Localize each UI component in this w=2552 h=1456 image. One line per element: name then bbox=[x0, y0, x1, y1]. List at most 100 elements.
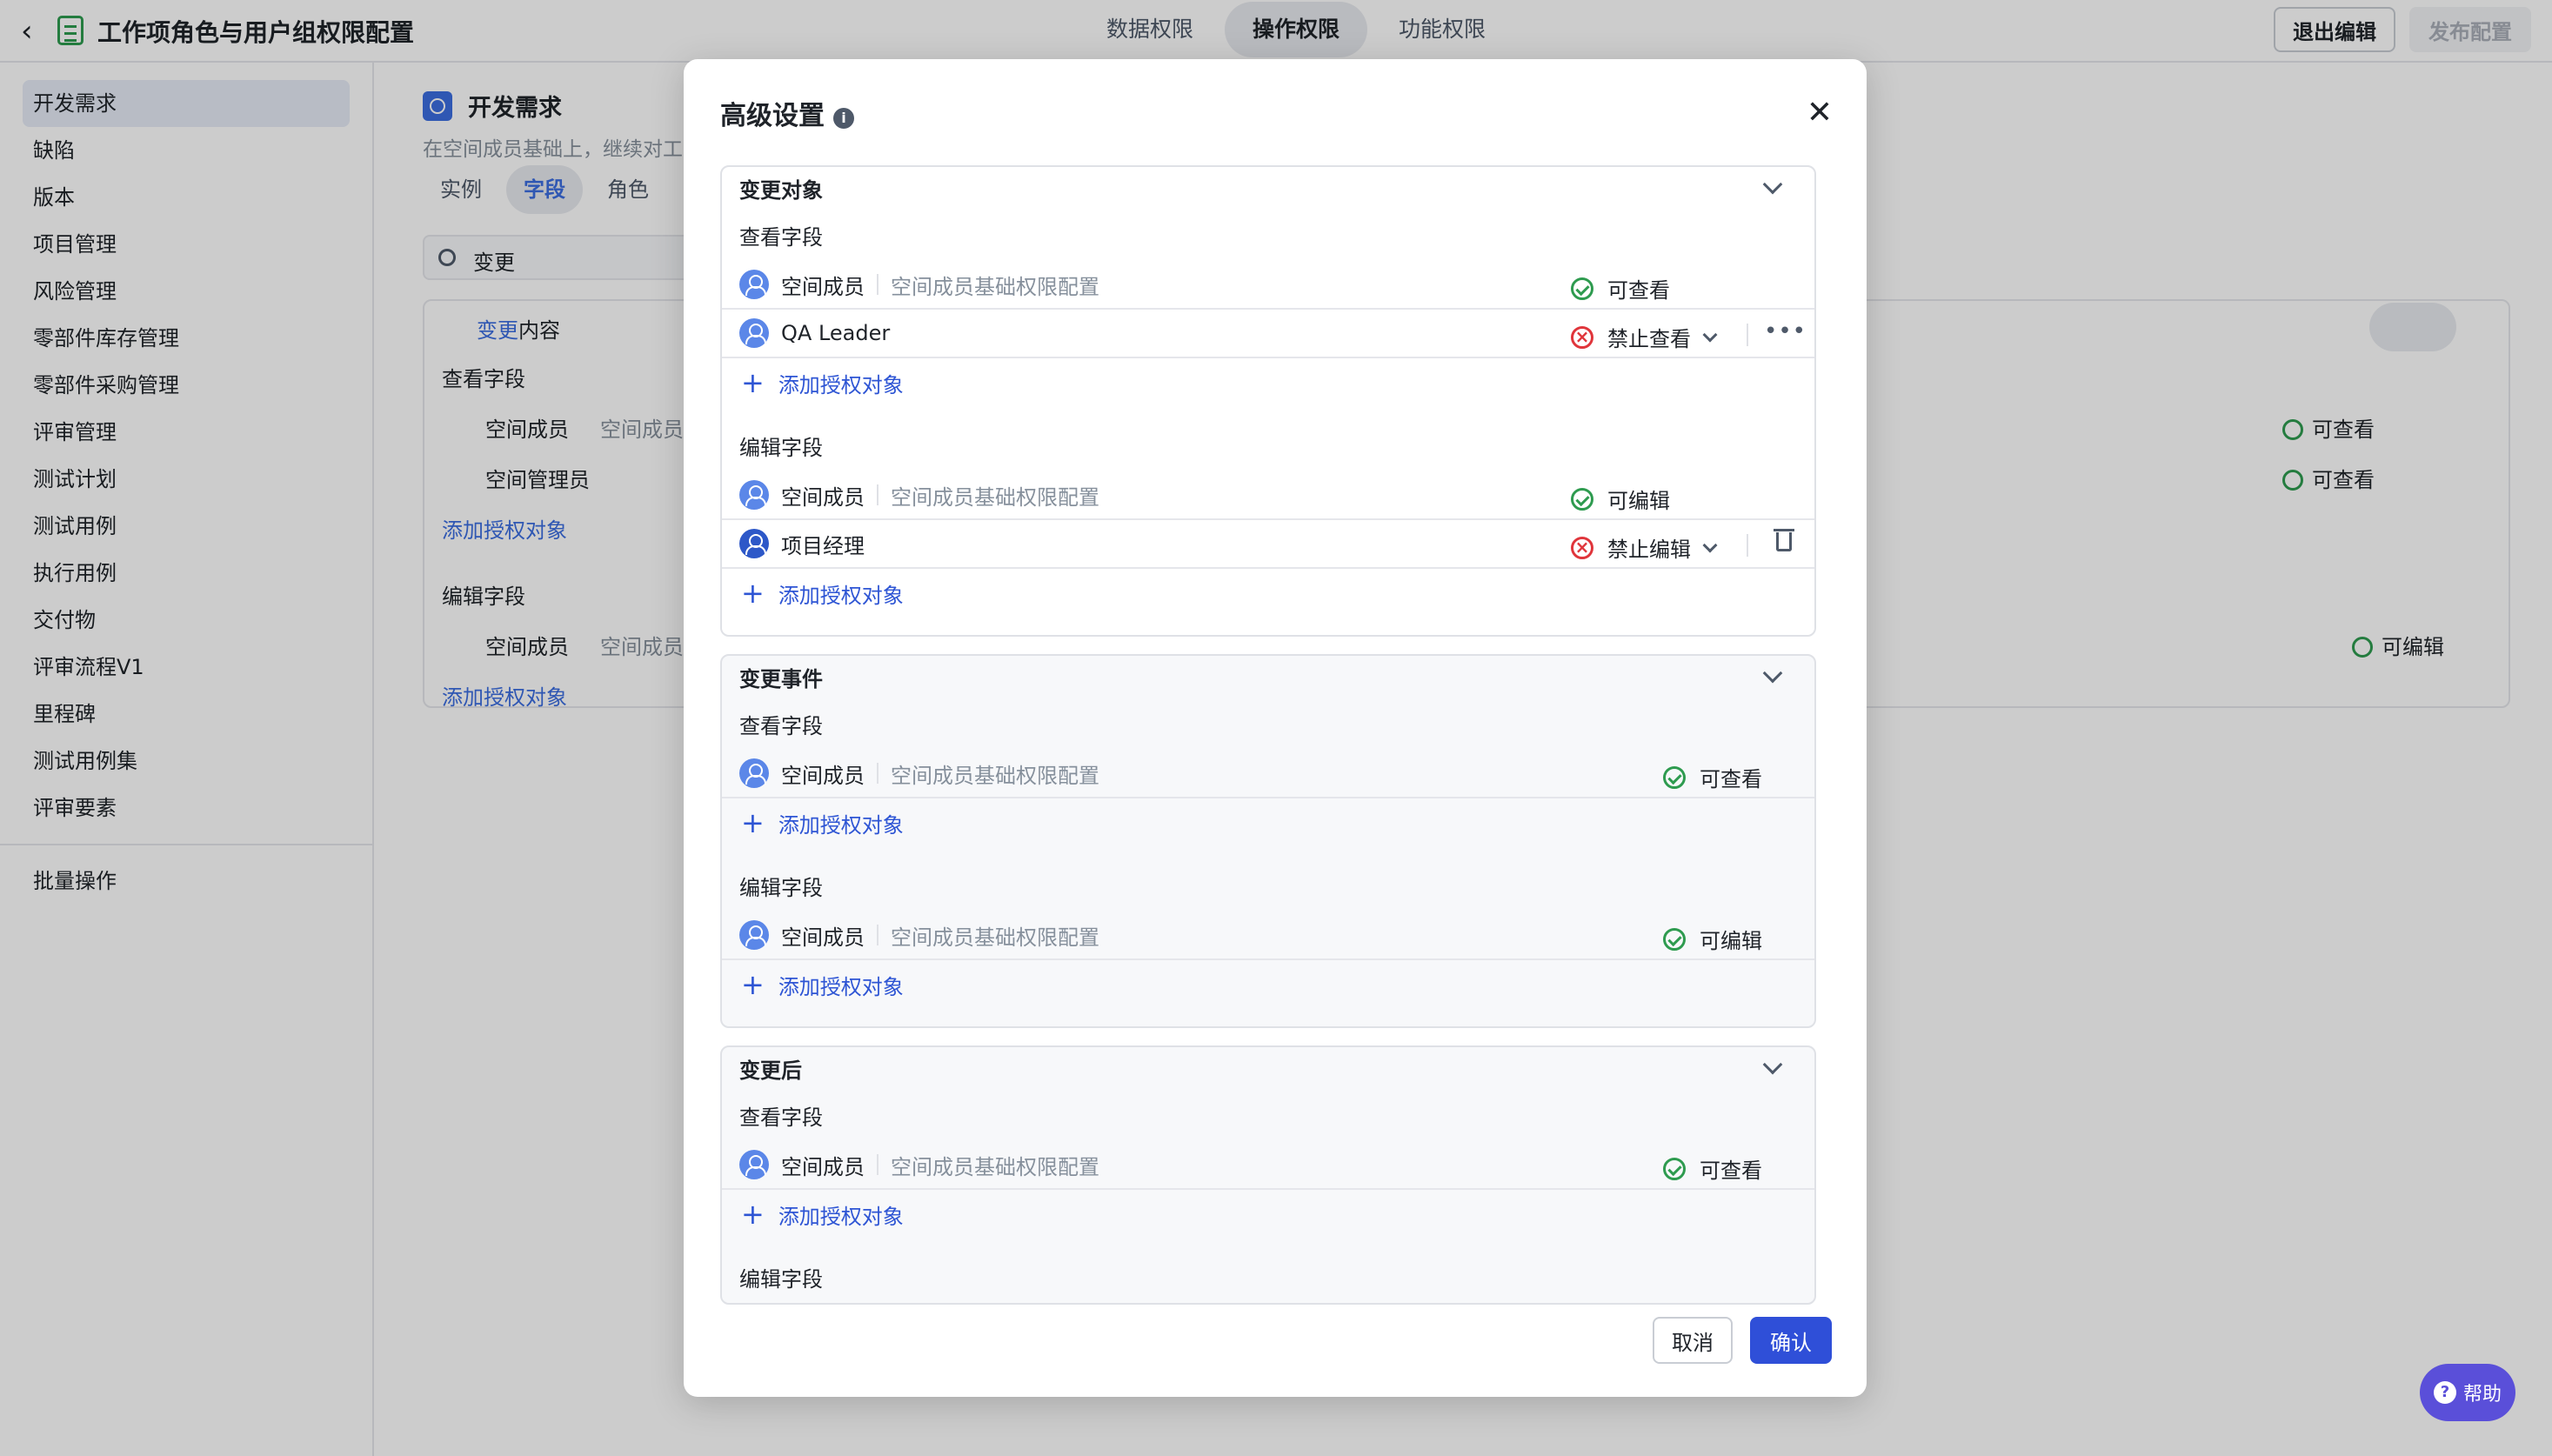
dialog-title: 高级设置 i bbox=[720, 94, 854, 132]
permission-label: 可查看 bbox=[1700, 1159, 1762, 1183]
plus-icon: + bbox=[741, 968, 765, 1001]
edit-field-group-title: 编辑字段 bbox=[739, 436, 823, 460]
help-label: 帮助 bbox=[2462, 1384, 2502, 1406]
section-title: 变更后 bbox=[739, 1059, 802, 1083]
add-grantee-button[interactable]: + 添加授权对象 bbox=[722, 358, 1814, 407]
add-grantee-label: 添加授权对象 bbox=[778, 1204, 904, 1229]
grantee-row: 空间成员 空间成员基础权限配置 可查看 bbox=[722, 261, 1814, 310]
view-field-group-title: 查看字段 bbox=[739, 714, 823, 738]
view-field-group-title: 查看字段 bbox=[739, 225, 823, 250]
grantee-name: 空间成员 bbox=[781, 274, 865, 299]
advanced-settings-dialog: 高级设置 i ✕ 变更对象 查看字段 空间成员 空间成员基础权限配置 可查看 QA… bbox=[684, 59, 1867, 1397]
add-grantee-button[interactable]: + 添加授权对象 bbox=[722, 798, 1814, 847]
section-title: 变更事件 bbox=[739, 667, 823, 691]
chevron-down-icon bbox=[1702, 538, 1718, 552]
section-change-event: 变更事件 查看字段 空间成员 空间成员基础权限配置 可查看 + 添加授权对象 编辑… bbox=[720, 654, 1816, 1028]
confirm-button[interactable]: 确认 bbox=[1750, 1317, 1832, 1364]
grantee-name: 空间成员 bbox=[781, 763, 865, 788]
edit-field-group-title: 编辑字段 bbox=[739, 876, 823, 900]
trash-icon[interactable] bbox=[1774, 529, 1794, 551]
grantee-row: 空间成员 空间成员基础权限配置 可编辑 bbox=[722, 912, 1814, 960]
section-after-change: 变更后 查看字段 空间成员 空间成员基础权限配置 可查看 + 添加授权对象 编辑字… bbox=[720, 1045, 1816, 1305]
user-group-avatar bbox=[739, 758, 769, 788]
add-grantee-label: 添加授权对象 bbox=[778, 812, 904, 838]
dialog-body[interactable]: 变更对象 查看字段 空间成员 空间成员基础权限配置 可查看 QA Leader … bbox=[720, 165, 1816, 1338]
section-change-object: 变更对象 查看字段 空间成员 空间成员基础权限配置 可查看 QA Leader … bbox=[720, 165, 1816, 637]
add-grantee-label: 添加授权对象 bbox=[778, 583, 904, 608]
separator bbox=[877, 274, 879, 295]
plus-icon: + bbox=[741, 577, 765, 610]
check-circle-icon bbox=[1571, 487, 1593, 511]
role-avatar bbox=[739, 529, 769, 558]
section-title: 变更对象 bbox=[739, 178, 823, 203]
help-button[interactable]: ? 帮助 bbox=[2420, 1364, 2515, 1421]
permission-label: 可编辑 bbox=[1700, 929, 1762, 953]
separator bbox=[877, 763, 879, 784]
grantee-name: 空间成员 bbox=[781, 484, 865, 510]
grantee-name: 空间成员 bbox=[781, 925, 865, 950]
section-header[interactable]: 变更后 bbox=[722, 1047, 1814, 1094]
permission-label: 禁止查看 bbox=[1607, 327, 1691, 351]
user-group-avatar bbox=[739, 270, 769, 299]
user-group-avatar bbox=[739, 480, 769, 510]
permission-select[interactable]: × 禁止查看 bbox=[1571, 322, 1718, 352]
view-field-group-title: 查看字段 bbox=[739, 1105, 823, 1130]
grantee-desc: 空间成员基础权限配置 bbox=[891, 484, 1099, 510]
permission-label: 可编辑 bbox=[1607, 489, 1670, 513]
close-icon[interactable]: ✕ bbox=[1802, 96, 1837, 130]
deny-circle-icon: × bbox=[1571, 325, 1593, 349]
grantee-row: 空间成员 空间成员基础权限配置 可查看 bbox=[722, 750, 1814, 798]
grantee-row: 项目经理 × 禁止编辑 bbox=[722, 520, 1814, 569]
chevron-down-icon[interactable] bbox=[1762, 663, 1783, 684]
section-header[interactable]: 变更对象 bbox=[722, 167, 1814, 214]
add-grantee-button[interactable]: + 添加授权对象 bbox=[722, 569, 1814, 618]
deny-circle-icon: × bbox=[1571, 536, 1593, 559]
section-header[interactable]: 变更事件 bbox=[722, 656, 1814, 703]
grantee-desc: 空间成员基础权限配置 bbox=[891, 925, 1099, 950]
info-icon[interactable]: i bbox=[833, 108, 854, 129]
chevron-down-icon[interactable] bbox=[1762, 1054, 1783, 1075]
cancel-button[interactable]: 取消 bbox=[1653, 1317, 1733, 1364]
permission-label: 禁止编辑 bbox=[1607, 538, 1691, 562]
permission-status: 可编辑 bbox=[1663, 924, 1762, 954]
grantee-desc: 空间成员基础权限配置 bbox=[891, 1154, 1099, 1179]
question-icon: ? bbox=[2433, 1381, 2456, 1404]
permission-status: 可编辑 bbox=[1571, 484, 1670, 514]
permission-label: 可查看 bbox=[1700, 767, 1762, 791]
grantee-name: 空间成员 bbox=[781, 1154, 865, 1179]
dialog-title-text: 高级设置 bbox=[720, 101, 825, 131]
grantee-row: 空间成员 空间成员基础权限配置 可编辑 bbox=[722, 471, 1814, 520]
chevron-down-icon[interactable] bbox=[1762, 174, 1783, 195]
dialog-footer: 取消 确认 bbox=[684, 1294, 1867, 1397]
add-grantee-label: 添加授权对象 bbox=[778, 974, 904, 999]
grantee-row: QA Leader × 禁止查看 ••• bbox=[722, 310, 1814, 358]
permission-status: 可查看 bbox=[1663, 1153, 1762, 1184]
check-circle-icon bbox=[1571, 277, 1593, 300]
add-grantee-label: 添加授权对象 bbox=[778, 372, 904, 397]
plus-icon: + bbox=[741, 1198, 765, 1231]
add-grantee-button[interactable]: + 添加授权对象 bbox=[722, 1190, 1814, 1239]
check-circle-icon bbox=[1663, 1157, 1686, 1180]
grantee-row: 空间成员 空间成员基础权限配置 可查看 bbox=[722, 1141, 1814, 1190]
separator bbox=[877, 925, 879, 945]
separator bbox=[877, 484, 879, 505]
plus-icon: + bbox=[741, 366, 765, 399]
permission-label: 可查看 bbox=[1607, 278, 1670, 303]
grantee-desc: 空间成员基础权限配置 bbox=[891, 274, 1099, 299]
divider bbox=[1747, 534, 1748, 557]
separator bbox=[877, 1154, 879, 1175]
user-group-avatar bbox=[739, 1150, 769, 1179]
more-icon[interactable]: ••• bbox=[1764, 318, 1807, 344]
divider bbox=[1747, 324, 1748, 346]
grantee-desc: 空间成员基础权限配置 bbox=[891, 763, 1099, 788]
user-group-avatar bbox=[739, 318, 769, 348]
permission-select[interactable]: × 禁止编辑 bbox=[1571, 532, 1718, 563]
grantee-name: 项目经理 bbox=[781, 533, 865, 558]
add-grantee-button[interactable]: + 添加授权对象 bbox=[722, 960, 1814, 1009]
permission-status: 可查看 bbox=[1663, 762, 1762, 792]
permission-status: 可查看 bbox=[1571, 273, 1670, 304]
